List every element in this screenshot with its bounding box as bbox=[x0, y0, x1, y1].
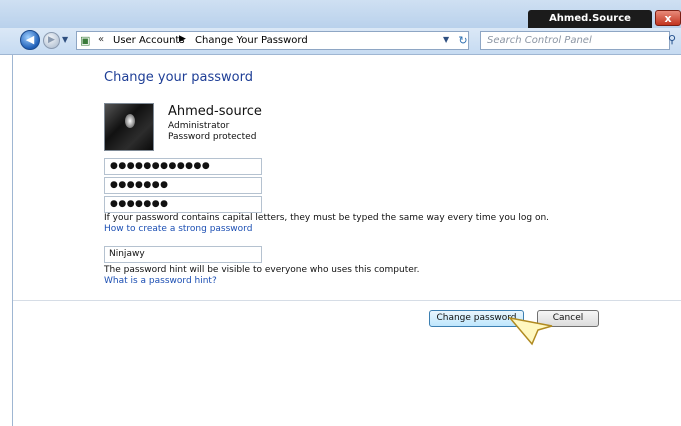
address-bar[interactable]: ▣ « User Accounts ▶ Change Your Password… bbox=[76, 31, 469, 50]
frame-edge bbox=[12, 54, 13, 426]
user-label: Ahmed.Source bbox=[528, 10, 652, 28]
mouse-cursor-icon bbox=[508, 316, 553, 346]
close-icon: x bbox=[664, 12, 672, 25]
password-hint-field[interactable]: Ninjawy bbox=[104, 246, 262, 263]
avatar-image bbox=[125, 114, 135, 128]
user-status: Password protected bbox=[168, 132, 257, 142]
chevron-right-icon[interactable]: ▶ bbox=[179, 34, 186, 44]
forward-arrow-icon: ▶ bbox=[48, 35, 55, 45]
confirm-password-field[interactable]: ●●●●●●● bbox=[104, 196, 262, 213]
forward-button[interactable]: ▶ bbox=[43, 32, 60, 49]
search-icon[interactable]: ⚲ bbox=[668, 33, 681, 48]
title-bar: Ahmed.Source x bbox=[0, 0, 681, 28]
control-panel-icon: ▣ bbox=[80, 34, 91, 47]
current-password-field[interactable]: ●●●●●●●●●●●● bbox=[104, 158, 262, 175]
divider bbox=[13, 300, 681, 301]
recent-pages-dropdown[interactable]: ▼ bbox=[62, 35, 72, 45]
avatar bbox=[104, 103, 154, 151]
user-name: Ahmed-source bbox=[168, 104, 262, 119]
breadcrumb-user-accounts[interactable]: User Accounts bbox=[113, 35, 185, 46]
navigation-bar: ◀ ▶ ▼ ▣ « User Accounts ▶ Change Your Pa… bbox=[0, 28, 681, 55]
case-sensitivity-note: If your password contains capital letter… bbox=[104, 213, 550, 223]
search-input[interactable]: Search Control Panel bbox=[480, 31, 670, 50]
strong-password-link[interactable]: How to create a strong password bbox=[104, 224, 252, 234]
close-button[interactable]: x bbox=[655, 10, 681, 26]
breadcrumb-overflow[interactable]: « bbox=[98, 34, 104, 45]
password-hint-link[interactable]: What is a password hint? bbox=[104, 276, 217, 286]
address-dropdown[interactable]: ▼ bbox=[443, 35, 449, 44]
change-password-window: Ahmed.Source x ◀ ▶ ▼ ▣ « User Accounts ▶… bbox=[0, 0, 681, 426]
page-title: Change your password bbox=[104, 70, 253, 85]
user-role: Administrator bbox=[168, 121, 230, 131]
refresh-icon[interactable]: ↻ bbox=[454, 32, 472, 50]
back-arrow-icon: ◀ bbox=[25, 33, 35, 46]
breadcrumb-change-your-password[interactable]: Change Your Password bbox=[195, 35, 308, 46]
new-password-field[interactable]: ●●●●●●● bbox=[104, 177, 262, 194]
back-button[interactable]: ◀ bbox=[20, 30, 40, 50]
hint-visibility-note: The password hint will be visible to eve… bbox=[104, 265, 420, 275]
